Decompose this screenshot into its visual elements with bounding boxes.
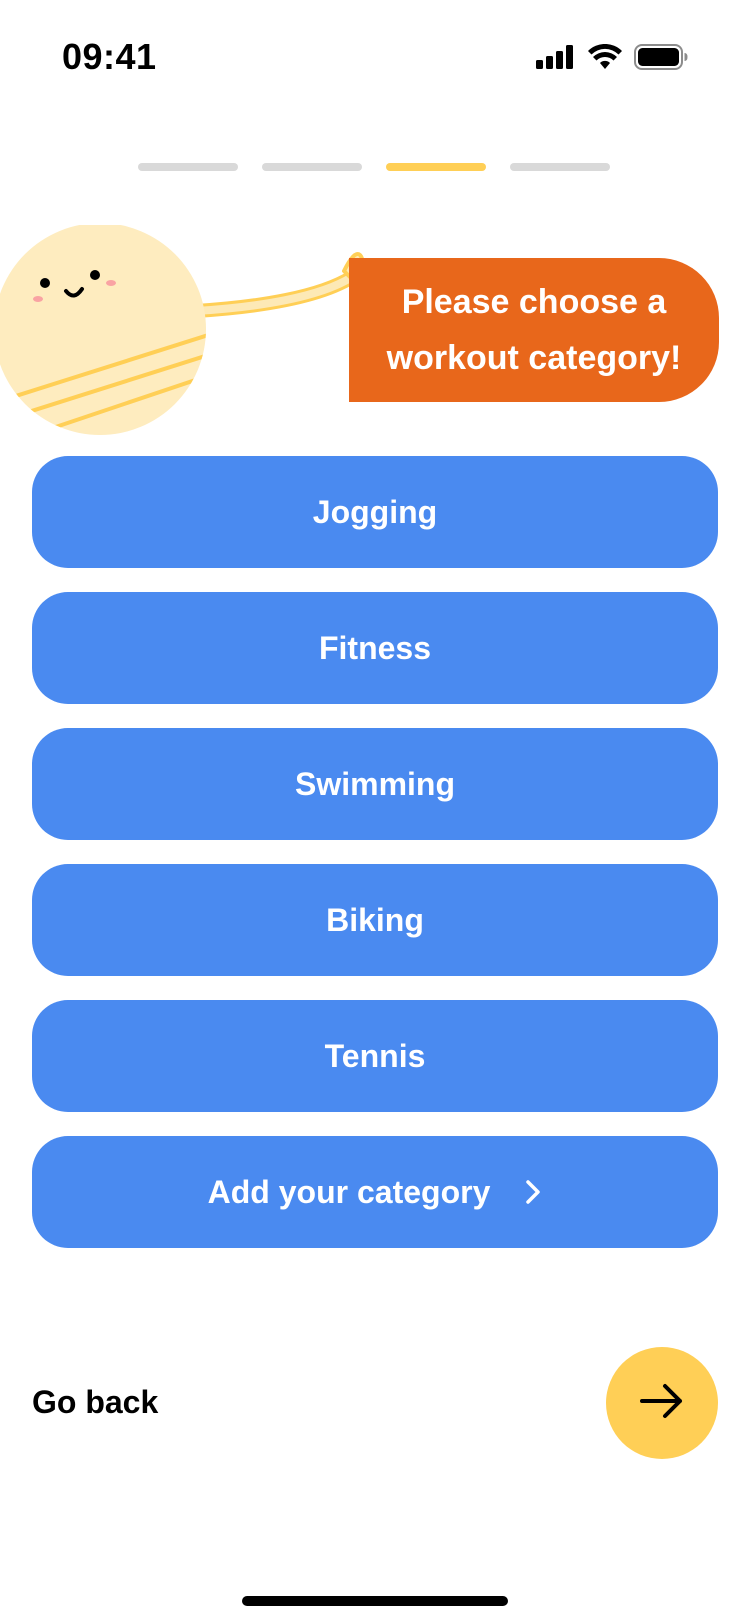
category-label: Fitness [318, 629, 432, 666]
chevron-right-icon [524, 1179, 542, 1205]
category-biking-button[interactable]: Biking [32, 864, 718, 976]
progress-step-3-active [386, 163, 486, 171]
battery-icon [634, 44, 688, 75]
speech-bubble: Please choose a workout category! [349, 258, 719, 402]
progress-indicator [138, 163, 610, 171]
category-swimming-button[interactable]: Swimming [32, 728, 718, 840]
progress-step-4 [510, 163, 610, 171]
category-label: Tennis [324, 1037, 426, 1074]
status-time: 09:41 [62, 36, 157, 77]
category-label: Biking [326, 901, 424, 938]
home-indicator [242, 1596, 508, 1606]
category-fitness-button[interactable]: Fitness [32, 592, 718, 704]
arrow-right-icon [640, 1383, 684, 1424]
next-button[interactable] [606, 1347, 718, 1459]
wifi-icon [588, 43, 622, 75]
category-label: Swimming [294, 765, 455, 802]
progress-step-1 [138, 163, 238, 171]
prompt-text: Please choose a workout category! [386, 283, 682, 377]
go-back-link[interactable]: Go back [32, 1384, 158, 1421]
mascot-illustration [0, 223, 400, 455]
category-jogging-button[interactable]: Jogging [32, 456, 718, 568]
category-label: Jogging [312, 493, 438, 530]
category-tennis-button[interactable]: Tennis [32, 1000, 718, 1112]
progress-step-2 [262, 163, 362, 171]
onboarding-screen: 09:41 Please choose a workout category! … [0, 0, 750, 1624]
add-category-button[interactable]: Add your category [32, 1136, 718, 1248]
category-label: Add your category [207, 1173, 491, 1210]
status-icons [536, 43, 688, 75]
category-list: Jogging Fitness Swimming Biking Tennis A… [32, 456, 718, 1272]
cellular-signal-icon [536, 45, 576, 74]
